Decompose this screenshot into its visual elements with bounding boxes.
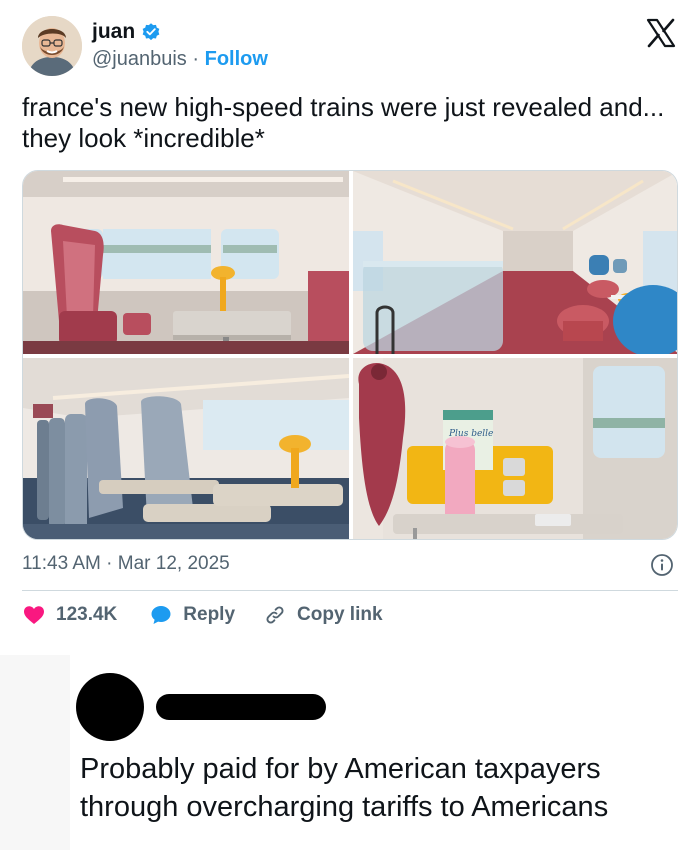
reply-bubble-icon (151, 606, 171, 624)
media-grid: Plus belle (22, 170, 678, 540)
train-interior-photo-4[interactable]: Plus belle (353, 358, 677, 539)
info-icon[interactable] (650, 553, 674, 577)
copy-link-label: Copy link (297, 604, 383, 625)
tweet-text: france's new high-speed trains were just… (22, 92, 665, 153)
verified-badge-icon (142, 23, 160, 41)
author-name-row: juan (92, 20, 161, 44)
x-logo-icon[interactable] (646, 18, 676, 48)
reply-label: Reply (183, 604, 236, 625)
handle-separator: · (192, 48, 200, 70)
comment-left-margin (0, 655, 70, 850)
avatar[interactable] (22, 16, 82, 76)
author-handle-row: @juanbuis · Follow (92, 48, 268, 71)
photo-2-art (353, 171, 677, 354)
reply-button[interactable]: Reply (149, 603, 235, 627)
photo-4-art: Plus belle (353, 358, 677, 539)
train-interior-photo-3[interactable] (23, 358, 349, 539)
tweet-timestamp[interactable]: 11:43 AM · Mar 12, 2025 (22, 553, 230, 575)
tweet-actions: 123.4K Reply Copy link (22, 601, 383, 629)
tweet-card: juan @juanbuis · Follow france's new hig… (0, 0, 700, 655)
avatar-photo (22, 16, 82, 76)
divider (22, 590, 678, 591)
comment-card: Probably paid for by American taxpayers … (0, 655, 700, 850)
train-interior-photo-2[interactable] (353, 171, 677, 354)
redacted-avatar (76, 673, 144, 741)
author-handle[interactable]: @juanbuis (92, 48, 187, 70)
photo-1-art (23, 171, 349, 354)
train-interior-photo-1[interactable] (23, 171, 349, 354)
copy-link-button[interactable]: Copy link (263, 603, 383, 627)
link-icon (266, 606, 284, 624)
photo-3-art (23, 358, 349, 539)
redacted-name-bar (156, 694, 326, 720)
like-count: 123.4K (56, 604, 118, 625)
author-display-name[interactable]: juan (92, 20, 135, 44)
like-button[interactable]: 123.4K (22, 603, 117, 627)
heart-icon (24, 606, 44, 624)
comment-text: Probably paid for by American taxpayers … (80, 753, 609, 823)
follow-button[interactable]: Follow (205, 48, 268, 70)
